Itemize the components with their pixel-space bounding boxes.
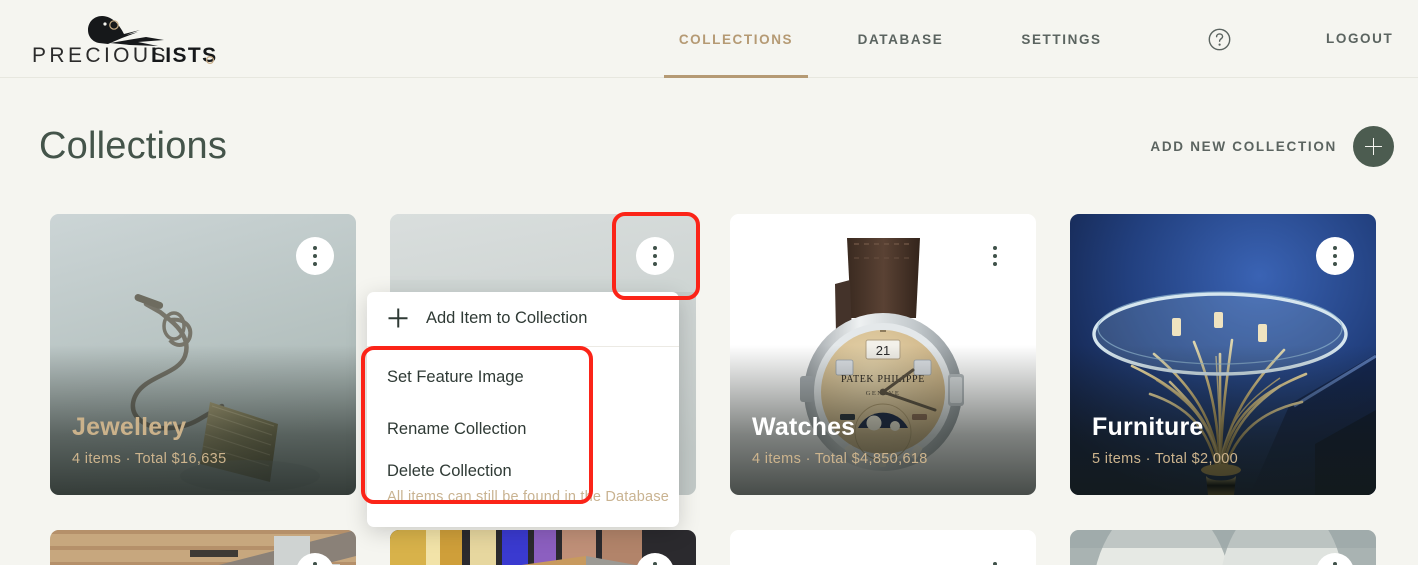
collection-card-watches[interactable]: 21 PATEK PHILIPPE GENEVE bbox=[730, 214, 1036, 495]
collection-card-jewellery[interactable]: Jewellery 4 items · Total $16,635 bbox=[50, 214, 356, 495]
collection-card-8[interactable] bbox=[1070, 530, 1376, 565]
menu-divider bbox=[367, 346, 679, 347]
add-new-collection-button[interactable]: ADD NEW COLLECTION bbox=[1150, 126, 1394, 167]
help-icon[interactable] bbox=[1208, 28, 1231, 51]
page-title: Collections bbox=[39, 125, 228, 167]
nav-item-collections[interactable]: COLLECTIONS bbox=[664, 0, 808, 78]
svg-text:PATEK PHILIPPE: PATEK PHILIPPE bbox=[841, 374, 925, 385]
collection-card-text: Jewellery 4 items · Total $16,635 bbox=[72, 412, 226, 467]
svg-text:LISTS: LISTS bbox=[151, 44, 216, 67]
collections-row-2 bbox=[50, 530, 1386, 565]
menu-item-add-item-to-collection[interactable]: Add Item to Collection bbox=[367, 292, 679, 344]
nav-item-settings-label: SETTINGS bbox=[1021, 31, 1102, 47]
nav-item-collections-label: COLLECTIONS bbox=[678, 31, 794, 47]
collection-card-5[interactable] bbox=[50, 530, 356, 565]
three-dots-vertical-icon[interactable] bbox=[1316, 237, 1354, 275]
menu-item-add-item-label: Add Item to Collection bbox=[426, 308, 588, 327]
collection-card-title: Watches bbox=[752, 413, 856, 441]
app-header: PRECIOUS LISTS COLLECTIONS DATABASE SETT… bbox=[0, 0, 1418, 78]
nav-item-settings[interactable]: SETTINGS bbox=[989, 0, 1134, 78]
brand-logo[interactable]: PRECIOUS LISTS bbox=[26, 4, 216, 70]
menu-item-rename-collection[interactable]: Rename Collection bbox=[367, 403, 679, 455]
collections-grid: Jewellery 4 items · Total $16,635 21 PAT… bbox=[50, 214, 1386, 565]
menu-item-delete-label: Delete Collection bbox=[387, 461, 512, 480]
menu-item-set-feature-image[interactable]: Set Feature Image bbox=[367, 351, 679, 403]
menu-item-set-feature-image-label: Set Feature Image bbox=[387, 367, 524, 386]
collections-row-1: Jewellery 4 items · Total $16,635 21 PAT… bbox=[50, 214, 1386, 495]
collection-card-7[interactable] bbox=[730, 530, 1036, 565]
three-dots-vertical-icon[interactable] bbox=[636, 237, 674, 275]
nav-item-database-label: DATABASE bbox=[857, 31, 944, 47]
collection-card-meta: 4 items · Total $16,635 bbox=[72, 451, 227, 467]
collection-card-title: Furniture bbox=[1092, 413, 1204, 441]
nav-item-database[interactable]: DATABASE bbox=[828, 0, 973, 78]
collection-card-furniture[interactable]: Furniture 5 items · Total $2,000 bbox=[1070, 214, 1376, 495]
collection-card-text: Watches 4 items · Total $4,850,618 bbox=[752, 412, 928, 467]
svg-text:PRECIOUS: PRECIOUS bbox=[32, 44, 169, 67]
collection-card-title: Jewellery bbox=[72, 413, 187, 441]
collection-card-meta: 4 items · Total $4,850,618 bbox=[752, 451, 928, 467]
plus-icon bbox=[1353, 126, 1394, 167]
collection-context-menu: Add Item to Collection Set Feature Image… bbox=[367, 292, 679, 527]
collection-card-meta: 5 items · Total $2,000 bbox=[1092, 451, 1239, 467]
menu-item-rename-label: Rename Collection bbox=[387, 419, 527, 438]
menu-item-delete-collection[interactable]: Delete Collection bbox=[367, 455, 679, 487]
svg-text:21: 21 bbox=[876, 343, 890, 358]
three-dots-vertical-icon[interactable] bbox=[296, 237, 334, 275]
magpie-bird-icon bbox=[88, 16, 164, 46]
plus-icon bbox=[387, 307, 409, 329]
add-new-collection-label: ADD NEW COLLECTION bbox=[1150, 139, 1337, 154]
logout-button[interactable]: LOGOUT bbox=[1326, 31, 1393, 46]
three-dots-vertical-icon[interactable] bbox=[976, 237, 1014, 275]
collection-card-text: Furniture 5 items · Total $2,000 bbox=[1092, 412, 1238, 467]
main-navigation: COLLECTIONS DATABASE SETTINGS bbox=[664, 0, 1134, 78]
collection-card-6[interactable] bbox=[390, 530, 696, 565]
menu-item-delete-sublabel: All items can still be found in the Data… bbox=[387, 489, 670, 505]
